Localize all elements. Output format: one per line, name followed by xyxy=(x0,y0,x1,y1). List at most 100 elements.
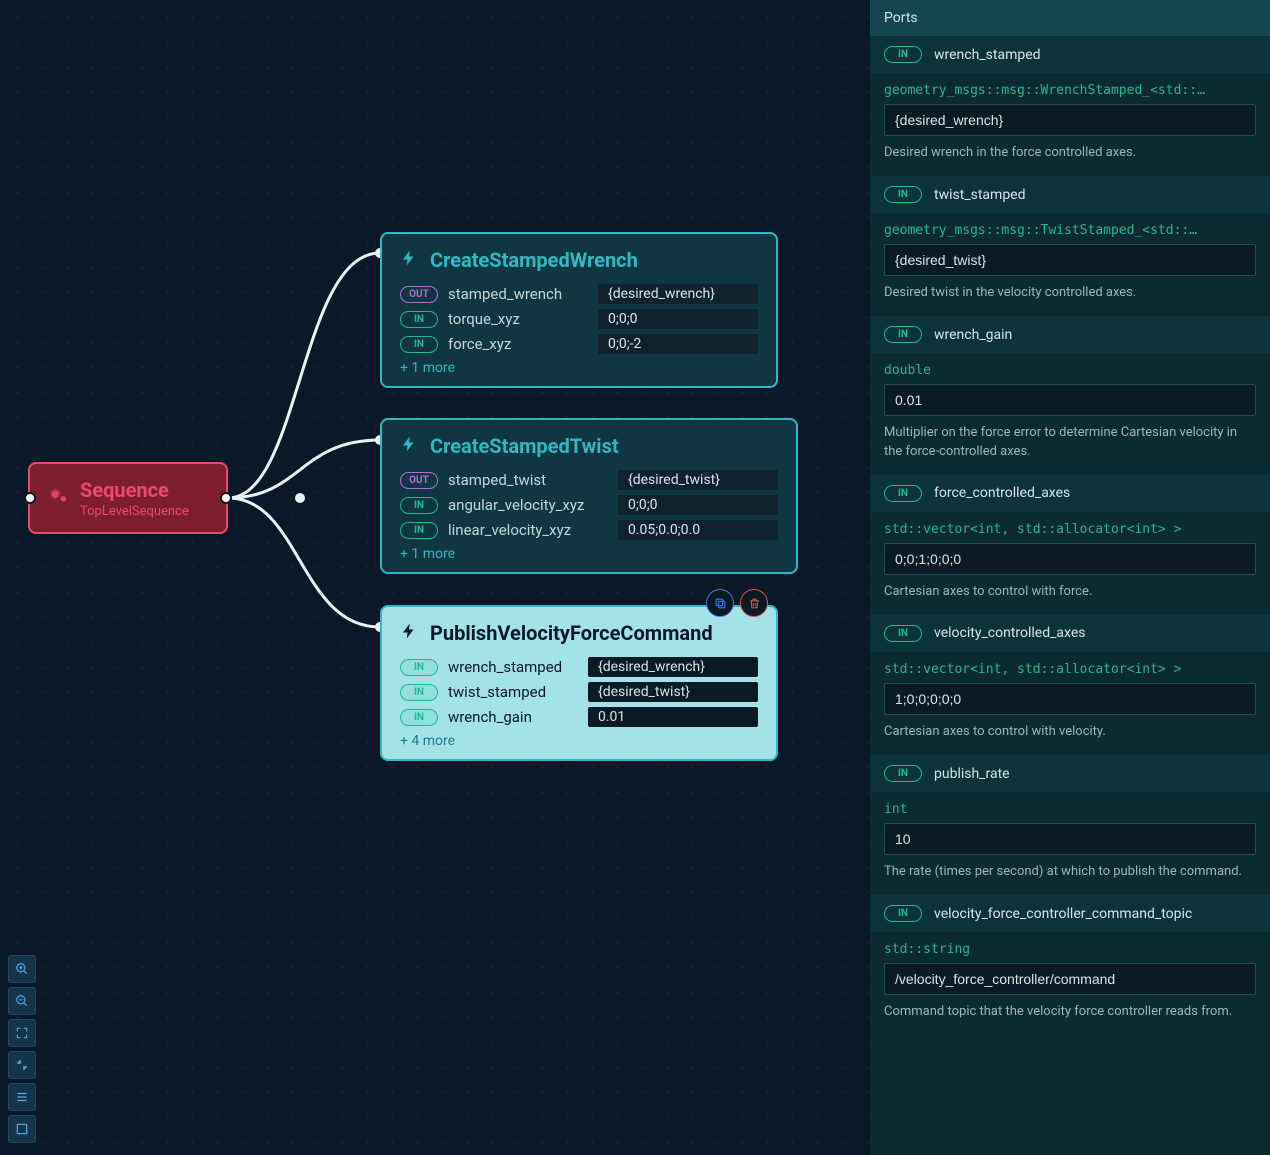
in-badge: IN xyxy=(400,336,438,353)
port-dot-in[interactable] xyxy=(24,492,36,504)
panel-port-description: The rate (times per second) at which to … xyxy=(884,863,1256,881)
in-badge: IN xyxy=(400,522,438,539)
port-row: IN torque_xyz 0;0;0 xyxy=(400,309,758,329)
port-label: wrench_gain xyxy=(448,708,588,726)
node-publish-velocity-force-command[interactable]: PublishVelocityForceCommand IN wrench_st… xyxy=(380,605,778,761)
collapse-button[interactable] xyxy=(8,1051,36,1079)
panel-port-body: int The rate (times per second) at which … xyxy=(870,792,1270,895)
node-title: CreateStampedWrench xyxy=(430,248,638,272)
delete-button[interactable] xyxy=(740,589,768,617)
panel-port-value-input[interactable] xyxy=(884,104,1256,136)
in-badge: IN xyxy=(884,765,922,782)
port-value[interactable]: 0.01 xyxy=(588,707,758,727)
in-badge: IN xyxy=(884,485,922,502)
panel-port-value-input[interactable] xyxy=(884,683,1256,715)
panel-port-description: Desired twist in the velocity controlled… xyxy=(884,284,1256,302)
panel-port-name: wrench_gain xyxy=(934,327,1012,343)
node-create-stamped-wrench[interactable]: CreateStampedWrench OUT stamped_wrench {… xyxy=(380,232,778,388)
port-value[interactable]: 0;0;0 xyxy=(598,309,758,329)
panel-port-name: publish_rate xyxy=(934,766,1010,782)
panel-port-header[interactable]: IN publish_rate xyxy=(870,755,1270,792)
in-badge: IN xyxy=(884,186,922,203)
panel-port-value-input[interactable] xyxy=(884,384,1256,416)
panel-port-type: int xyxy=(884,802,1256,817)
port-label: stamped_wrench xyxy=(448,285,598,303)
port-row: IN twist_stamped {desired_twist} xyxy=(400,682,758,702)
bolt-icon xyxy=(400,249,418,272)
panel-port-type: double xyxy=(884,363,1256,378)
panel-port-description: Cartesian axes to control with velocity. xyxy=(884,723,1256,741)
port-row: IN angular_velocity_xyz 0;0;0 xyxy=(400,495,778,515)
bolt-icon xyxy=(400,435,418,458)
panel-port-value-input[interactable] xyxy=(884,963,1256,995)
port-value[interactable]: {desired_wrench} xyxy=(588,657,758,677)
panel-port-value-input[interactable] xyxy=(884,244,1256,276)
panel-port-header[interactable]: IN force_controlled_axes xyxy=(870,475,1270,512)
node-title: PublishVelocityForceCommand xyxy=(430,621,713,645)
panel-port-body: std::stringCommand topic that the veloci… xyxy=(870,932,1270,1035)
port-label: linear_velocity_xyz xyxy=(448,521,618,539)
port-row: IN force_xyz 0;0;-2 xyxy=(400,334,758,354)
port-value[interactable]: 0.05;0.0;0.0 xyxy=(618,520,778,540)
panel-port-value-input[interactable] xyxy=(884,823,1256,855)
panel-port-body: std::vector<int, std::allocator<int> >Ca… xyxy=(870,652,1270,755)
port-label: force_xyz xyxy=(448,335,598,353)
zoom-out-button[interactable] xyxy=(8,987,36,1015)
zoom-in-button[interactable] xyxy=(8,955,36,983)
panel-port-body: std::vector<int, std::allocator<int> >Ca… xyxy=(870,512,1270,615)
root-sequence-node[interactable]: Sequence TopLevelSequence xyxy=(28,462,228,534)
duplicate-button[interactable] xyxy=(706,589,734,617)
graph-canvas[interactable]: Sequence TopLevelSequence CreateStampedW… xyxy=(0,0,870,1155)
port-label: torque_xyz xyxy=(448,310,598,328)
out-badge: OUT xyxy=(400,472,438,489)
in-badge: IN xyxy=(884,46,922,63)
panel-port-header[interactable]: IN wrench_stamped xyxy=(870,36,1270,73)
panel-port-header[interactable]: IN velocity_controlled_axes xyxy=(870,615,1270,652)
node-create-stamped-twist[interactable]: CreateStampedTwist OUT stamped_twist {de… xyxy=(380,418,798,574)
port-dot-out[interactable] xyxy=(220,492,232,504)
in-badge: IN xyxy=(400,684,438,701)
expand-ports-link[interactable]: + 1 more xyxy=(400,360,758,376)
panel-port-description: Multiplier on the force error to determi… xyxy=(884,424,1256,460)
out-badge: OUT xyxy=(400,286,438,303)
port-value[interactable]: {desired_twist} xyxy=(588,682,758,702)
fit-view-button[interactable] xyxy=(8,1019,36,1047)
panel-port-name: velocity_controlled_axes xyxy=(934,625,1086,641)
port-label: twist_stamped xyxy=(448,683,588,701)
panel-port-type: geometry_msgs::msg::WrenchStamped_<std::… xyxy=(884,83,1256,98)
port-row: IN wrench_gain 0.01 xyxy=(400,707,758,727)
gears-icon xyxy=(46,485,68,512)
root-node-subtitle: TopLevelSequence xyxy=(80,504,189,519)
panel-port-header[interactable]: INvelocity_force_controller_command_topi… xyxy=(870,895,1270,932)
panel-port-type: std::vector<int, std::allocator<int> > xyxy=(884,522,1256,537)
in-badge: IN xyxy=(884,326,922,343)
panel-port-value-input[interactable] xyxy=(884,543,1256,575)
in-badge: IN xyxy=(884,625,922,642)
ports-panel[interactable]: Ports INwrench_stampedgeometry_msgs::msg… xyxy=(870,0,1270,1155)
port-row: IN wrench_stamped {desired_wrench} xyxy=(400,657,758,677)
port-value[interactable]: 0;0;-2 xyxy=(598,334,758,354)
port-value[interactable]: 0;0;0 xyxy=(618,495,778,515)
port-value[interactable]: {desired_twist} xyxy=(618,470,778,490)
panel-port-description: Cartesian axes to control with force. xyxy=(884,583,1256,601)
bolt-icon xyxy=(400,622,418,645)
port-label: stamped_twist xyxy=(448,471,618,489)
panel-port-header[interactable]: IN twist_stamped xyxy=(870,176,1270,213)
in-badge: IN xyxy=(400,709,438,726)
panel-port-body: double Multiplier on the force error to d… xyxy=(870,353,1270,474)
panel-port-name: twist_stamped xyxy=(934,187,1026,203)
fullscreen-button[interactable] xyxy=(8,1115,36,1143)
port-value[interactable]: {desired_wrench} xyxy=(598,284,758,304)
expand-ports-link[interactable]: + 4 more xyxy=(400,733,758,749)
panel-port-name: force_controlled_axes xyxy=(934,485,1070,501)
panel-port-name: wrench_stamped xyxy=(934,47,1041,63)
list-button[interactable] xyxy=(8,1083,36,1111)
root-node-title: Sequence xyxy=(80,478,189,502)
port-row: IN linear_velocity_xyz 0.05;0.0;0.0 xyxy=(400,520,778,540)
panel-port-description: Command topic that the velocity force co… xyxy=(884,1003,1256,1021)
port-row: OUT stamped_wrench {desired_wrench} xyxy=(400,284,758,304)
expand-ports-link[interactable]: + 1 more xyxy=(400,546,778,562)
panel-port-header[interactable]: IN wrench_gain xyxy=(870,316,1270,353)
in-badge: IN xyxy=(884,905,922,922)
panel-port-body: geometry_msgs::msg::WrenchStamped_<std::… xyxy=(870,73,1270,176)
